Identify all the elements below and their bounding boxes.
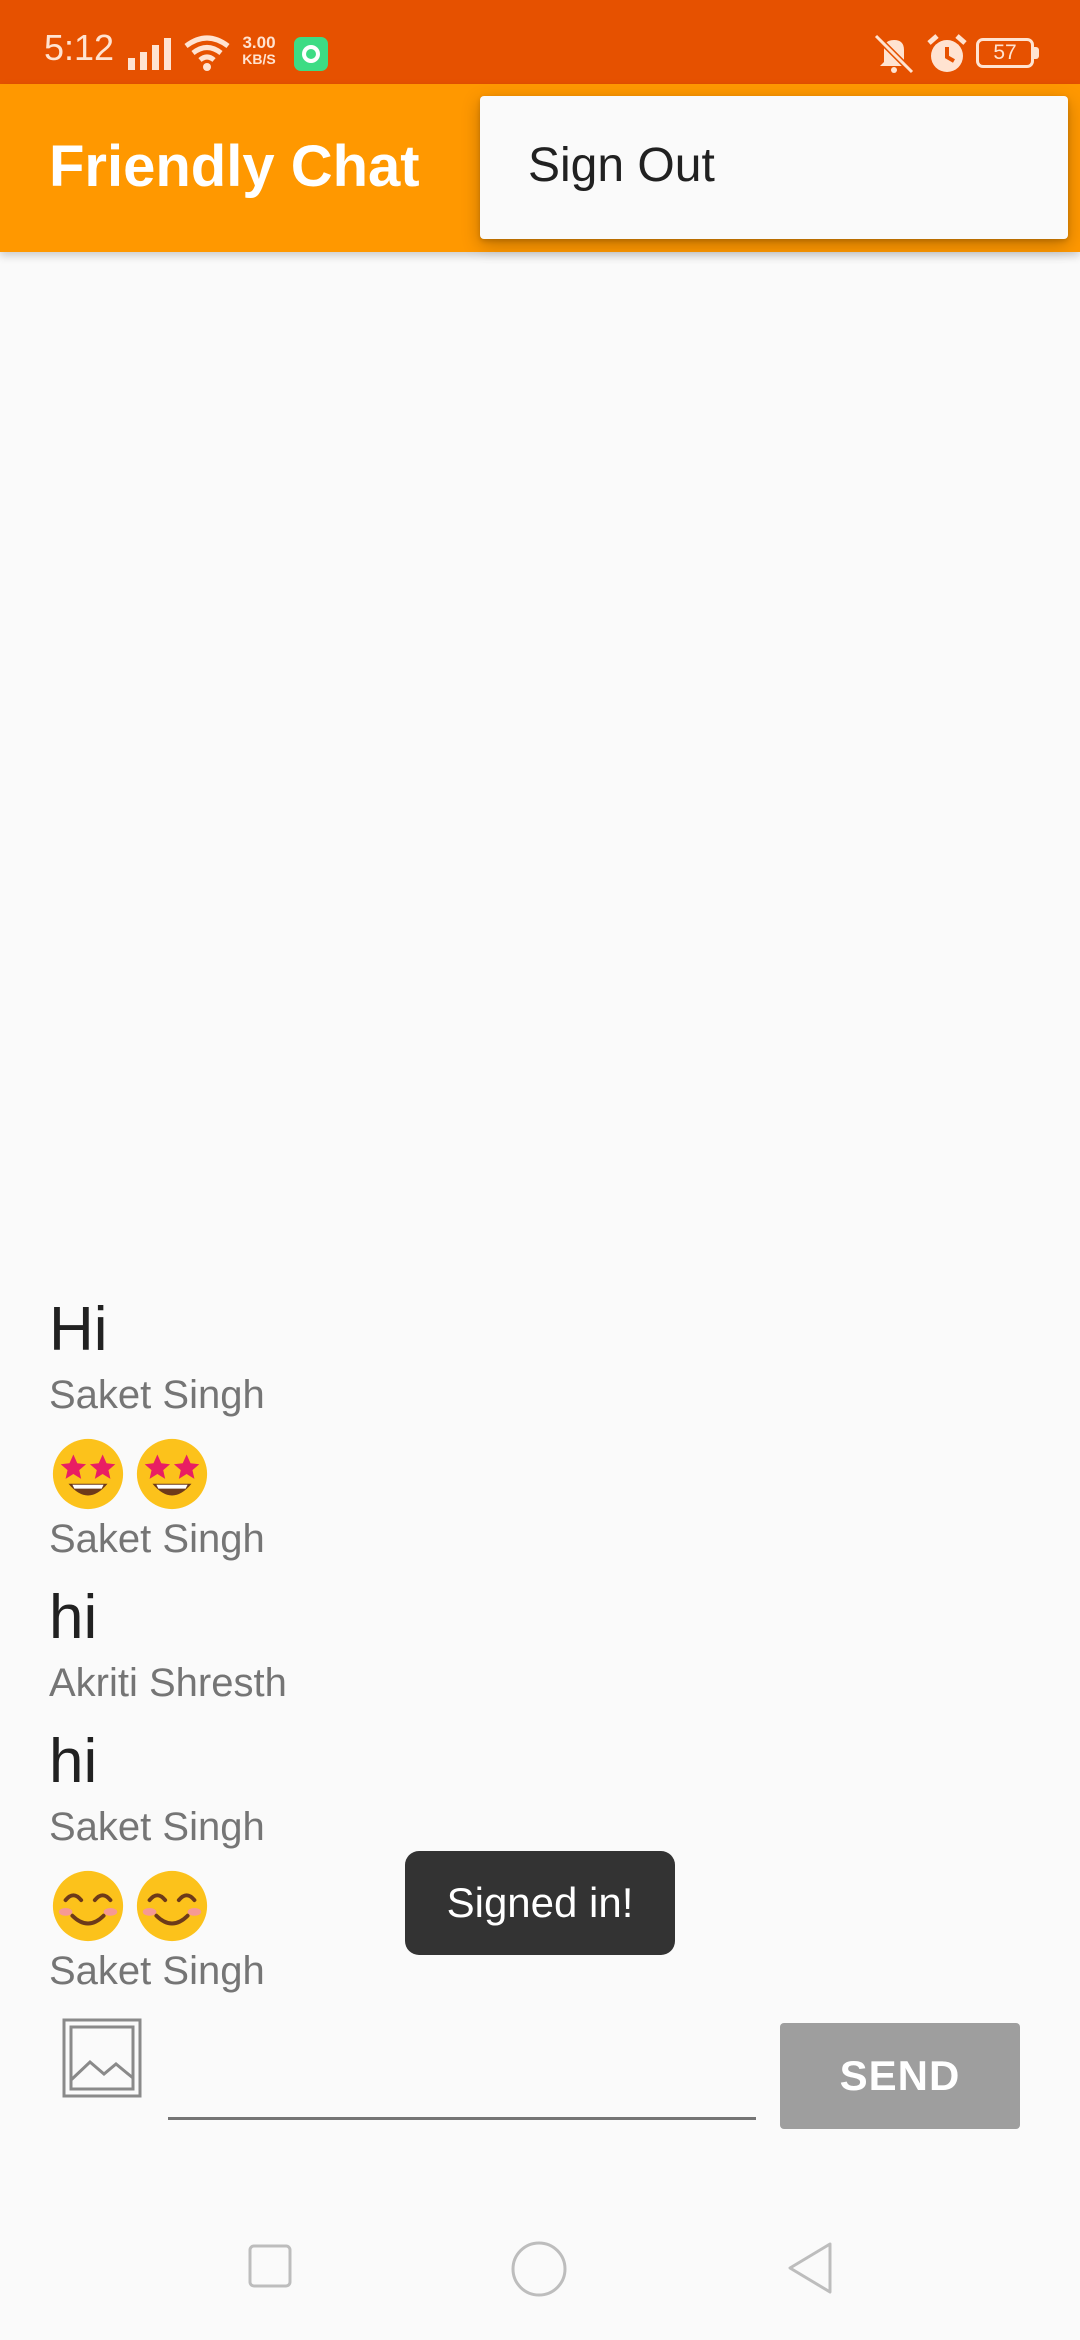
photo-picker-icon[interactable]	[62, 2018, 142, 2098]
message-item: hi Saket Singh	[49, 1722, 1029, 1866]
nav-bar	[0, 2196, 1080, 2340]
message-emoji	[49, 1434, 1029, 1514]
net-speed-unit: KB/S	[242, 51, 276, 67]
message-text: hi	[49, 1727, 98, 1796]
battery-tip	[1034, 47, 1039, 59]
wifi-icon	[184, 35, 230, 71]
message-author: Saket Singh	[49, 1517, 265, 1561]
net-speed-value: 3.00	[242, 33, 276, 52]
net-speed: 3.00 KB/S	[236, 34, 282, 68]
smiling-face-emoji	[52, 1870, 124, 1942]
battery-icon: 57	[976, 38, 1034, 68]
star-struck-emoji	[52, 1438, 124, 1510]
alarm-icon	[927, 34, 967, 72]
toast-text: Signed in!	[446, 1879, 634, 1926]
smiling-face-emoji	[136, 1870, 208, 1942]
back-icon[interactable]	[784, 2240, 836, 2296]
recents-icon[interactable]	[246, 2242, 294, 2290]
message-author: Saket Singh	[49, 1949, 265, 1993]
message-author: Saket Singh	[49, 1373, 265, 1417]
message-text: hi	[49, 1583, 98, 1652]
message-item: Hi Saket Singh	[49, 1290, 1029, 1434]
home-icon[interactable]	[510, 2240, 568, 2298]
message-item: Saket Singh	[49, 1434, 1029, 1578]
app-title: Friendly Chat	[49, 134, 420, 199]
app-notification-icon	[294, 37, 328, 71]
message-author: Akriti Shresth	[49, 1661, 287, 1705]
star-struck-emoji	[136, 1438, 208, 1510]
message-item: hi Akriti Shresth	[49, 1578, 1029, 1722]
mute-icon	[873, 34, 915, 74]
toast: Signed in!	[405, 1851, 675, 1955]
signal-icon	[128, 38, 171, 70]
status-bar: 5:12 3.00 KB/S 57	[0, 0, 1080, 84]
menu-item-sign-out[interactable]: Sign Out	[528, 142, 715, 190]
status-time: 5:12	[44, 27, 115, 68]
battery-level: 57	[993, 41, 1017, 64]
send-button[interactable]: SEND	[780, 2023, 1020, 2129]
message-text: Hi	[49, 1295, 108, 1364]
overflow-menu: Sign Out	[480, 96, 1068, 239]
message-input[interactable]	[168, 2030, 756, 2120]
